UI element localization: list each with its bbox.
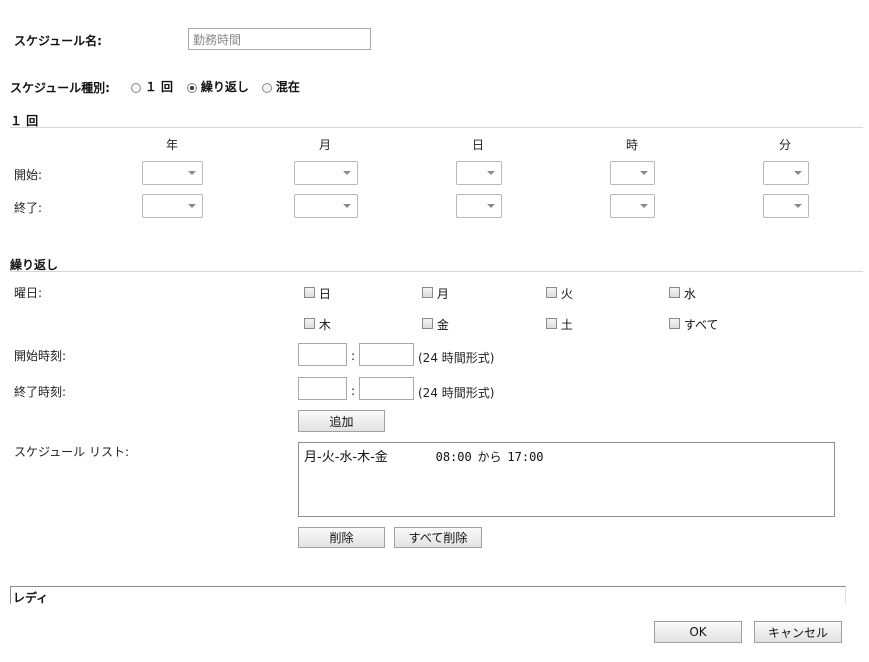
schedule-name-input[interactable] [188,28,371,50]
day-all-checkbox[interactable] [669,318,680,329]
weekday-label: 曜日: [14,286,43,300]
radio-mixed[interactable] [262,82,272,93]
day-tue-checkbox[interactable] [546,287,557,298]
radio-repeat-label: 繰り返し [200,80,249,94]
day-fri-checkbox[interactable] [422,318,433,329]
start-hour-select[interactable] [610,161,655,185]
end-hour-input[interactable] [298,377,347,400]
day-sun-checkbox[interactable] [304,287,315,298]
radio-mixed-label: 混在 [275,80,300,94]
start-hour-input[interactable] [298,343,347,366]
once-col-minute: 分 [779,138,792,152]
radio-once[interactable] [131,82,141,93]
schedule-type-repeat-option[interactable]: 繰り返し [187,78,249,95]
schedule-type-mixed-option[interactable]: 混在 [262,78,300,95]
start-minute-input[interactable] [359,343,414,366]
chevron-down-icon [188,204,196,208]
end-minute-select[interactable] [763,194,809,218]
start-month-select[interactable] [294,161,358,185]
once-col-hour: 時 [626,138,639,152]
day-fri[interactable]: 金 [422,316,449,333]
day-sun-label: 日 [318,287,331,301]
day-mon-label: 月 [436,287,449,301]
end-year-select[interactable] [142,194,203,218]
day-sat-label: 土 [560,318,573,332]
ok-button[interactable]: OK [654,621,742,643]
once-end-label: 終了: [14,201,43,215]
delete-button[interactable]: 削除 [298,527,385,548]
end-minute-input[interactable] [359,377,414,400]
add-button[interactable]: 追加 [298,410,385,432]
list-item-end: 17:00 [507,450,544,464]
start-year-select[interactable] [142,161,203,185]
status-bar: レディ [10,586,846,605]
day-fri-label: 金 [436,318,449,332]
status-text: レディ [13,591,49,605]
start-day-select[interactable] [456,161,502,185]
delete-all-button[interactable]: すべて削除 [394,527,482,548]
schedule-type-label: スケジュール種別: [10,81,110,95]
chevron-down-icon [343,204,351,208]
chevron-down-icon [794,204,802,208]
start-minute-select[interactable] [763,161,809,185]
list-item-from: から [477,450,502,464]
once-col-day: 日 [472,138,485,152]
day-tue[interactable]: 火 [546,285,573,302]
repeat-section-divider [10,271,863,272]
chevron-down-icon [188,171,196,175]
day-sun[interactable]: 日 [304,285,331,302]
list-item-start: 08:00 [435,450,472,464]
list-item[interactable]: 月-火-水-木-金 08:00 から 17:00 [304,446,544,465]
start-time-label: 開始時刻: [14,349,67,363]
chevron-down-icon [794,171,802,175]
radio-once-label: １ 回 [144,80,174,94]
day-wed-label: 水 [683,287,696,301]
once-section-divider [10,127,863,128]
chevron-down-icon [487,171,495,175]
day-tue-label: 火 [560,287,573,301]
end-hour-select[interactable] [610,194,655,218]
once-col-month: 月 [319,138,332,152]
chevron-down-icon [343,171,351,175]
end-time-separator: : [351,384,356,398]
day-all[interactable]: すべて [669,316,719,333]
chevron-down-icon [640,204,648,208]
day-wed[interactable]: 水 [669,285,696,302]
schedule-listbox[interactable]: 月-火-水-木-金 08:00 から 17:00 [298,442,835,517]
day-all-label: すべて [683,318,719,332]
day-mon-checkbox[interactable] [422,287,433,298]
end-time-label: 終了時刻: [14,385,67,399]
end-month-select[interactable] [294,194,358,218]
list-item-days: 月-火-水-木-金 [304,450,388,465]
day-thu-checkbox[interactable] [304,318,315,329]
day-sat-checkbox[interactable] [546,318,557,329]
once-col-year: 年 [166,138,179,152]
radio-repeat[interactable] [187,82,197,93]
start-time-separator: : [351,349,356,363]
schedule-type-once-option[interactable]: １ 回 [131,78,173,95]
schedule-list-label: スケジュール リスト: [14,445,130,459]
chevron-down-icon [487,204,495,208]
schedule-name-label: スケジュール名: [14,34,102,48]
day-thu[interactable]: 木 [304,316,331,333]
day-thu-label: 木 [318,318,331,332]
cancel-button[interactable]: キャンセル [754,621,842,643]
start-time-format-hint: (24 時間形式) [418,351,495,365]
day-sat[interactable]: 土 [546,316,573,333]
once-start-label: 開始: [14,168,43,182]
day-mon[interactable]: 月 [422,285,449,302]
end-time-format-hint: (24 時間形式) [418,386,495,400]
end-day-select[interactable] [456,194,502,218]
day-wed-checkbox[interactable] [669,287,680,298]
chevron-down-icon [640,171,648,175]
